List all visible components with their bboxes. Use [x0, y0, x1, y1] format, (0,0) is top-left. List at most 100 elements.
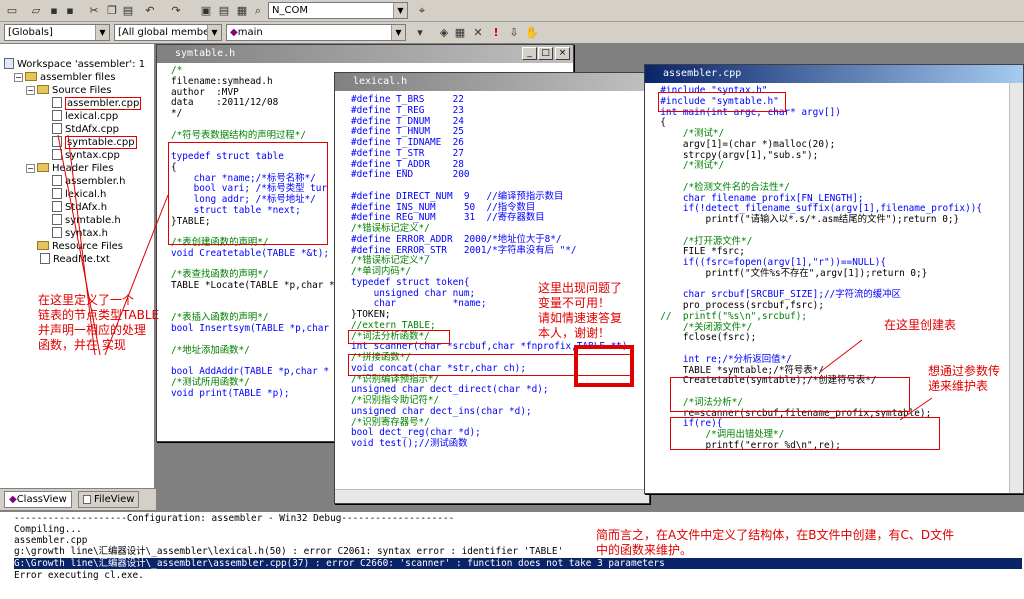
- find-icon[interactable]: ⌖: [414, 3, 430, 19]
- horizontal-scrollbar[interactable]: [335, 489, 649, 503]
- workspace-icon[interactable]: ▣: [198, 3, 214, 19]
- minimize-button[interactable]: _: [522, 47, 537, 60]
- code-line: filename:symhead.h: [171, 75, 273, 87]
- window-title[interactable]: assembler.cpp: [645, 65, 1023, 83]
- chevron-down-icon[interactable]: ▼: [391, 25, 405, 40]
- tree-file[interactable]: symtable.h: [52, 214, 121, 227]
- code-line: /*测试所用函数*/: [171, 376, 250, 388]
- members-combo[interactable]: [All global members ▼: [114, 24, 222, 41]
- collapse-icon[interactable]: −: [26, 164, 35, 173]
- code-editor[interactable]: #define T_BRS 22 #define T_REG 23 #define …: [351, 94, 628, 450]
- tree-file[interactable]: assembler.cpp: [52, 97, 142, 110]
- build-icon[interactable]: ▦: [452, 25, 468, 41]
- file-icon: [52, 227, 62, 238]
- annotation-create: 在这里创建表: [884, 318, 957, 332]
- output-line[interactable]: g:\growth line\汇编器设计\_assembler\lexical.…: [14, 546, 563, 557]
- breakpoint-icon[interactable]: ✋: [524, 25, 540, 41]
- code-line: */: [171, 108, 183, 119]
- scope-combo[interactable]: [Globals] ▼: [4, 24, 110, 41]
- open-folder-icon[interactable]: ▱: [28, 3, 44, 19]
- vertical-scrollbar[interactable]: [1009, 83, 1023, 493]
- tree-file[interactable]: StdAfx.h: [52, 201, 107, 214]
- tab-fileview[interactable]: FileView: [78, 491, 140, 508]
- chevron-down-icon[interactable]: ▼: [393, 3, 407, 18]
- tree-file[interactable]: symtable.cpp: [52, 136, 137, 149]
- tree-file[interactable]: lexical.h: [52, 188, 106, 201]
- save-icon[interactable]: ▪: [46, 3, 62, 19]
- tree-file[interactable]: assembler.h: [52, 175, 125, 188]
- output-line: Error executing cl.exe.: [14, 570, 144, 581]
- compile-icon[interactable]: ◈: [436, 25, 452, 41]
- highlight-box: [670, 377, 910, 412]
- code-line: bool Insertsym(TABLE *p,char: [171, 323, 330, 334]
- code-line: #define DIRECT_NUM 9 //编译预指示数目: [351, 190, 564, 202]
- code-line: #define END 200: [351, 169, 470, 181]
- workspace-icon: [4, 58, 14, 69]
- tree-source-files[interactable]: − Source Files: [26, 84, 111, 97]
- code-line: unsigned char dect_ins(char *d);: [351, 405, 532, 417]
- tab-classview[interactable]: ◆ClassView: [4, 491, 72, 508]
- new-file-icon[interactable]: ▭: [4, 3, 20, 19]
- file-icon: [52, 149, 62, 160]
- tree-workspace[interactable]: Workspace 'assembler': 1: [4, 58, 145, 71]
- output-line: Compiling...: [14, 524, 82, 535]
- chevron-down-icon[interactable]: ▼: [95, 25, 109, 40]
- code-line: /*地址添加函数*/: [171, 344, 250, 356]
- paste-icon[interactable]: ▤: [120, 3, 136, 19]
- window-title[interactable]: symtable.h: [157, 45, 573, 63]
- code-line: /*符号表数据结构的声明过程*/: [171, 129, 307, 141]
- collapse-icon[interactable]: −: [26, 86, 35, 95]
- find-in-files-icon[interactable]: ⌕: [250, 3, 266, 19]
- code-line: #define T_REG 23: [351, 104, 464, 116]
- collapse-icon[interactable]: −: [14, 73, 23, 82]
- annotation-summary: 简而言之，在A文件中定义了结构体，在B文件中创建，有C、D文件 中的函数来维护。: [596, 528, 955, 557]
- close-button[interactable]: ×: [555, 47, 570, 60]
- tree-file[interactable]: ReadMe.txt: [40, 253, 110, 266]
- tree-file[interactable]: syntax.cpp: [52, 149, 120, 162]
- tree-file[interactable]: syntax.h: [52, 227, 108, 240]
- annotation-left: 在这里定义了一个 链表的节点类型TABLE 并声明一相应的处理 函数，并在 实现: [38, 293, 160, 352]
- file-icon: [52, 97, 62, 108]
- maximize-button[interactable]: □: [538, 47, 553, 60]
- code-line: /*检测文件名的合法性*/: [649, 181, 790, 193]
- stop-build-icon[interactable]: ✕: [470, 25, 486, 41]
- output-line: --------------------Configuration: assem…: [14, 513, 455, 524]
- chevron-down-icon[interactable]: ▼: [207, 25, 221, 40]
- tree-header-files[interactable]: − Header Files: [26, 162, 114, 175]
- copy-icon[interactable]: ❐: [104, 3, 120, 19]
- code-line: TABLE *Locate(TABLE *p,char *: [171, 280, 335, 291]
- code-line: printf("文件%s不存在",argv[1]);return 0;}: [649, 267, 928, 279]
- find-combo[interactable]: N_COM ▼: [268, 2, 408, 19]
- wizard-action-icon[interactable]: ▾: [412, 25, 428, 41]
- code-line: void print(TABLE *p);: [171, 387, 290, 399]
- windows-icon[interactable]: ▦: [234, 3, 250, 19]
- undo-icon[interactable]: ↶: [142, 3, 158, 19]
- tree-file[interactable]: StdAfx.cpp: [52, 123, 119, 136]
- tree-resource-files[interactable]: Resource Files: [26, 240, 123, 253]
- folder-icon: [37, 85, 49, 94]
- code-line: /*测试*/: [649, 160, 725, 172]
- highlight-box: [670, 417, 940, 450]
- file-icon: [83, 495, 91, 504]
- tree-project[interactable]: − assembler files: [14, 71, 115, 84]
- cut-icon[interactable]: ✂: [86, 3, 102, 19]
- project-folder-icon: [25, 72, 37, 81]
- file-icon: [52, 175, 62, 186]
- code-line: fclose(fsrc);: [649, 332, 757, 344]
- execute-icon[interactable]: !: [488, 25, 504, 41]
- output-line-selected[interactable]: G:\Growth line\汇编器设计\_assembler\assemble…: [14, 558, 1022, 569]
- go-icon[interactable]: ⇩: [506, 25, 522, 41]
- code-line: void test();//测试函数: [351, 438, 468, 449]
- window-title[interactable]: lexical.h: [335, 73, 649, 91]
- class-icon: ◆: [9, 494, 17, 505]
- function-combo[interactable]: ◆main ▼: [226, 24, 406, 41]
- tree-file[interactable]: lexical.cpp: [52, 110, 118, 123]
- save-all-icon[interactable]: ▪: [62, 3, 78, 19]
- redo-icon[interactable]: ↷: [168, 3, 184, 19]
- output-icon[interactable]: ▤: [216, 3, 232, 19]
- output-panel: --------------------Configuration: assem…: [0, 510, 1024, 599]
- highlight-box: [168, 142, 328, 245]
